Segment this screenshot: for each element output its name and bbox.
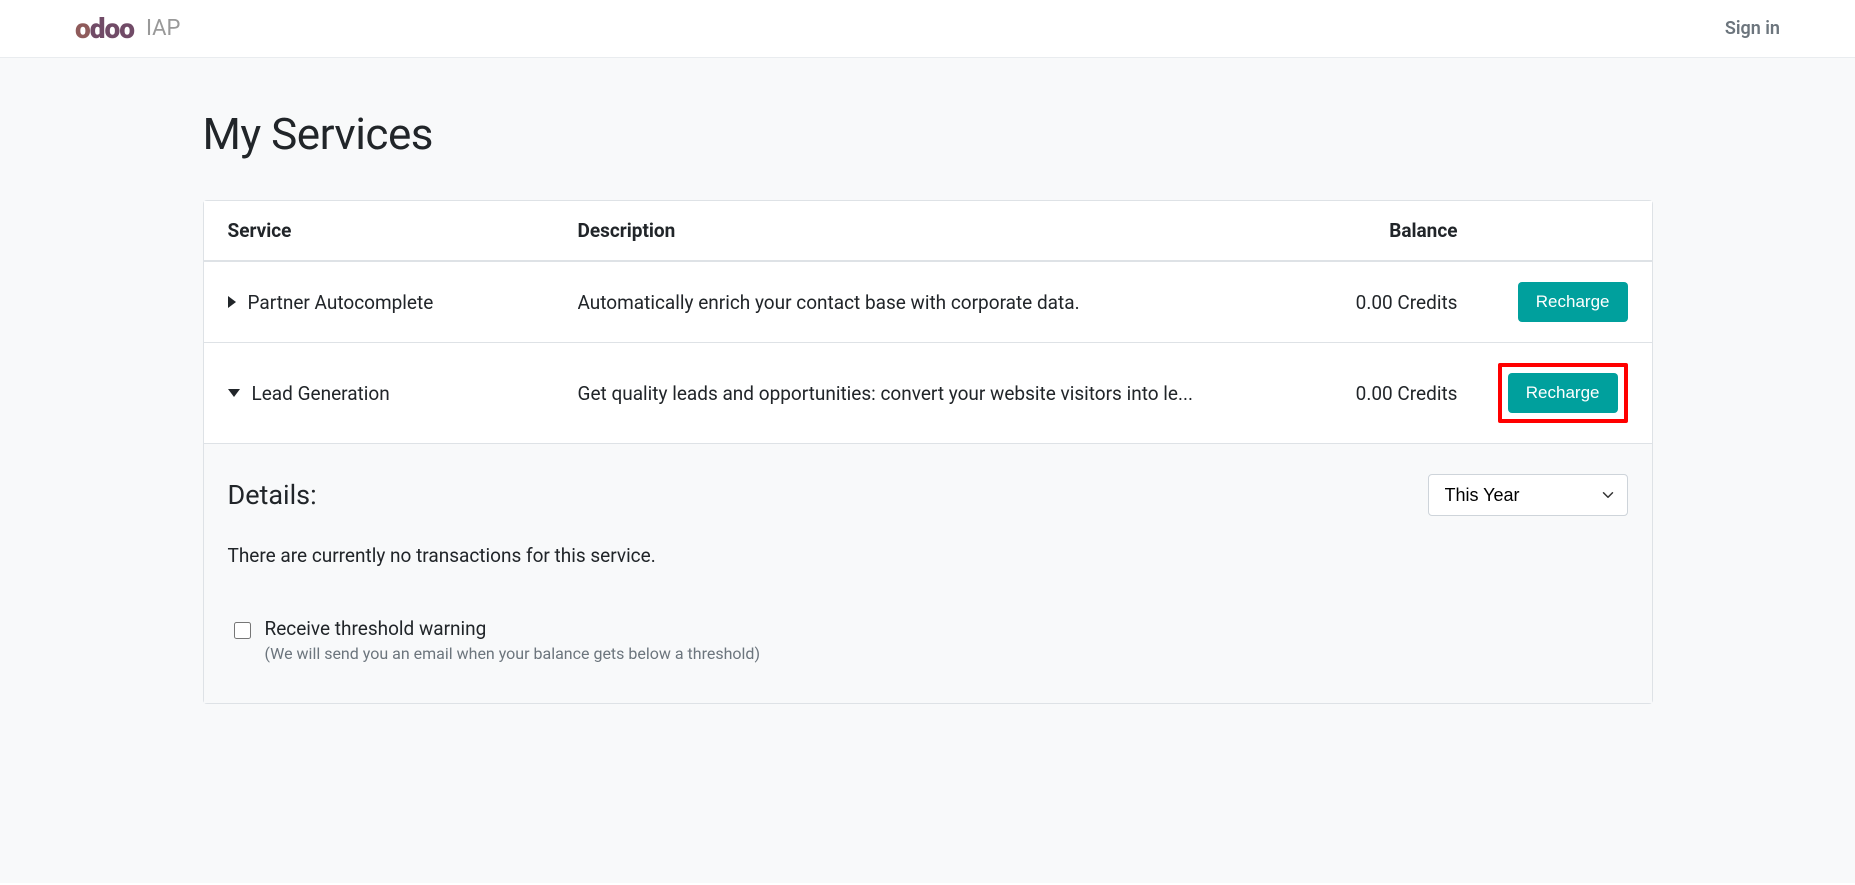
threshold-hint: (We will send you an email when your bal… bbox=[265, 644, 761, 663]
highlight-annotation: Recharge bbox=[1498, 363, 1628, 423]
signin-link[interactable]: Sign in bbox=[1725, 18, 1780, 39]
recharge-button[interactable]: Recharge bbox=[1518, 282, 1628, 322]
service-action: Recharge bbox=[1458, 282, 1628, 322]
service-name: Partner Autocomplete bbox=[248, 291, 434, 314]
service-description: Get quality leads and opportunities: con… bbox=[578, 382, 1278, 405]
table-row: Lead Generation Get quality leads and op… bbox=[204, 343, 1652, 444]
services-panel: Service Description Balance Partner Auto… bbox=[203, 200, 1653, 704]
header-service: Service bbox=[228, 219, 578, 242]
service-toggle[interactable]: Lead Generation bbox=[228, 382, 578, 405]
threshold-texts: Receive threshold warning (We will send … bbox=[265, 617, 761, 663]
table-row: Partner Autocomplete Automatically enric… bbox=[204, 262, 1652, 343]
details-section: Details: This Year There are currently n… bbox=[204, 444, 1652, 703]
threshold-checkbox[interactable] bbox=[234, 622, 251, 639]
services-table: Service Description Balance Partner Auto… bbox=[204, 201, 1652, 444]
period-select[interactable]: This Year bbox=[1428, 474, 1628, 516]
content: My Services Service Description Balance … bbox=[203, 58, 1653, 704]
header-description: Description bbox=[578, 219, 1278, 242]
service-balance: 0.00 Credits bbox=[1278, 382, 1458, 405]
header-balance: Balance bbox=[1278, 219, 1458, 242]
threshold-row: Receive threshold warning (We will send … bbox=[228, 617, 1628, 663]
service-description: Automatically enrich your contact base w… bbox=[578, 291, 1278, 314]
page-title: My Services bbox=[203, 108, 1653, 160]
service-action: Recharge bbox=[1458, 363, 1628, 423]
header-action bbox=[1458, 219, 1628, 242]
details-header: Details: This Year bbox=[228, 474, 1628, 516]
recharge-button[interactable]: Recharge bbox=[1508, 373, 1618, 413]
header: odoo IAP Sign in bbox=[0, 0, 1855, 58]
logo-iap: IAP bbox=[146, 16, 180, 41]
caret-right-icon bbox=[228, 296, 236, 308]
no-transactions-message: There are currently no transactions for … bbox=[228, 544, 1628, 567]
caret-down-icon bbox=[228, 389, 240, 397]
service-name: Lead Generation bbox=[252, 382, 390, 405]
page-body: My Services Service Description Balance … bbox=[0, 58, 1855, 883]
logo-odoo: odoo bbox=[75, 12, 134, 45]
service-balance: 0.00 Credits bbox=[1278, 291, 1458, 314]
details-title: Details: bbox=[228, 479, 317, 511]
threshold-label: Receive threshold warning bbox=[265, 617, 761, 640]
service-toggle[interactable]: Partner Autocomplete bbox=[228, 291, 578, 314]
table-header: Service Description Balance bbox=[204, 201, 1652, 262]
logo[interactable]: odoo IAP bbox=[75, 12, 180, 45]
